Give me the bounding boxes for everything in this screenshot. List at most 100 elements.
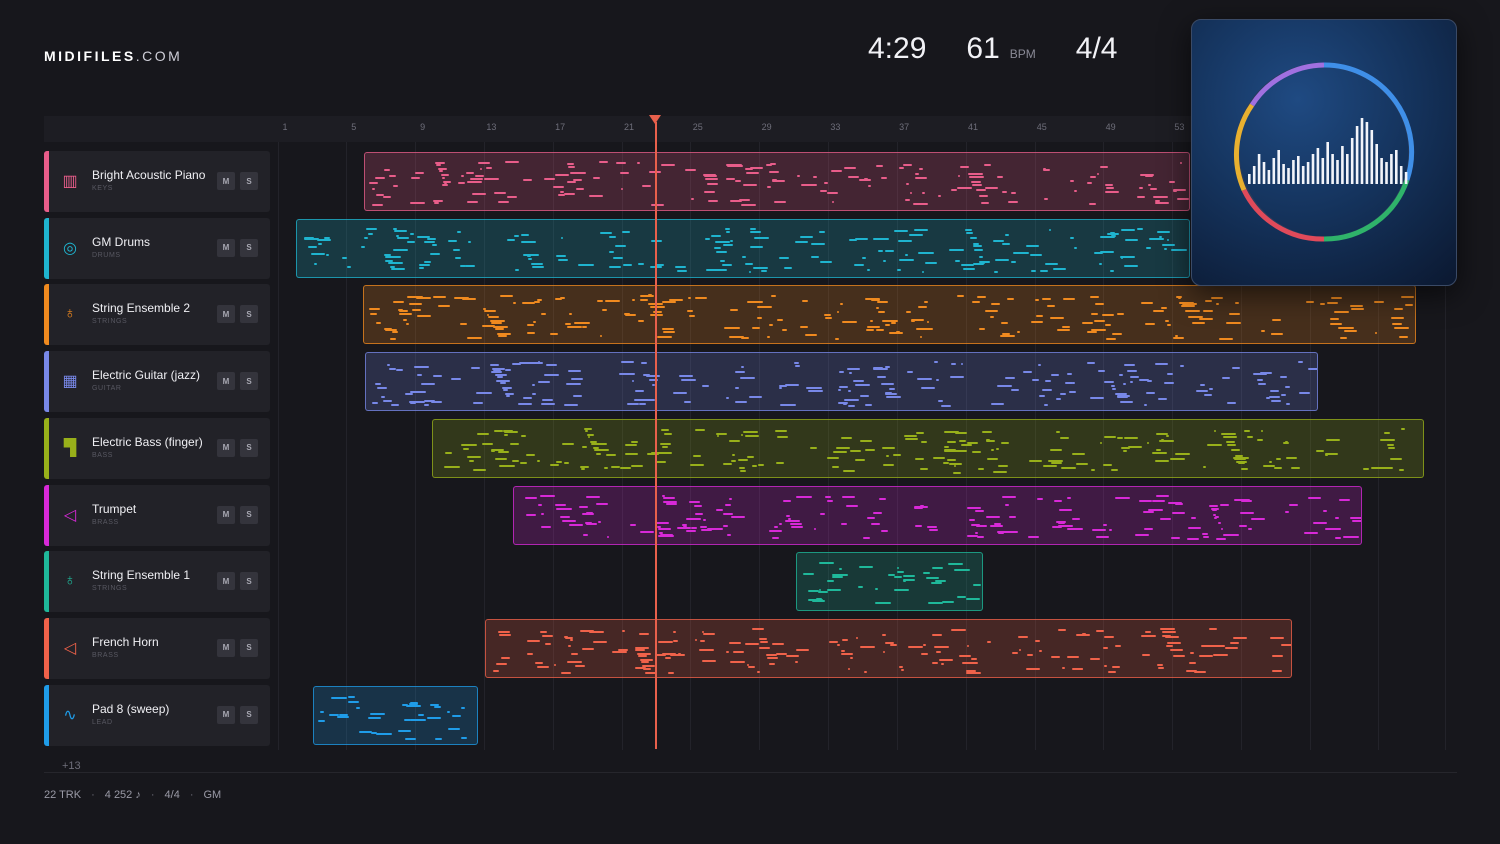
midi-note <box>1290 466 1301 469</box>
midi-note <box>561 520 576 523</box>
solo-button[interactable]: S <box>240 638 258 657</box>
midi-note <box>536 666 550 669</box>
ruler-tick: 21 <box>623 122 635 132</box>
midi-note <box>484 309 497 312</box>
mute-button[interactable]: M <box>217 172 235 190</box>
midi-note <box>1067 372 1072 375</box>
track-header[interactable]: ▥ Bright Acoustic Piano KEYS M S <box>44 151 270 212</box>
solo-button[interactable]: S <box>240 505 258 524</box>
midi-note <box>527 639 540 642</box>
midi-note <box>520 234 530 237</box>
track-header[interactable]: ◎ GM Drums DRUMS M S <box>44 217 270 279</box>
spectrum-bar <box>1350 138 1354 184</box>
track-name[interactable]: String Ensemble 2 <box>92 301 190 315</box>
midi-note <box>604 299 620 302</box>
midi-note <box>1325 453 1329 456</box>
track-name[interactable]: Bright Acoustic Piano <box>92 168 205 182</box>
more-tracks-label[interactable]: +13 <box>62 760 81 772</box>
midi-note <box>626 402 640 405</box>
midi-note <box>370 312 377 315</box>
mute-button[interactable]: M <box>217 505 235 524</box>
mute-button[interactable]: M <box>217 705 235 724</box>
midi-note <box>707 200 718 203</box>
track-header[interactable]: ◁ Trumpet BRASS M S <box>44 484 270 546</box>
waveform-icon: ∿ <box>63 706 77 724</box>
spectrum-bar <box>1336 160 1339 184</box>
solo-button[interactable]: S <box>240 572 258 591</box>
midi-note <box>1115 393 1128 396</box>
midi-note <box>905 182 909 185</box>
solo-button[interactable]: S <box>240 305 258 324</box>
midi-clip[interactable] <box>365 352 1318 412</box>
playhead[interactable] <box>655 122 657 749</box>
midi-note <box>1377 466 1394 469</box>
midi-note <box>916 377 932 380</box>
midi-note <box>611 466 621 469</box>
mute-button[interactable]: M <box>217 305 235 324</box>
midi-note <box>1285 403 1290 405</box>
midi-note <box>1203 535 1210 538</box>
spectrum-bar <box>1326 142 1329 184</box>
midi-note <box>494 429 504 432</box>
midi-clip[interactable] <box>296 218 1190 278</box>
midi-note <box>1039 649 1043 652</box>
midi-note <box>934 646 949 649</box>
midi-note <box>723 463 732 466</box>
track-name[interactable]: Pad 8 (sweep) <box>92 702 169 716</box>
mute-button[interactable]: M <box>217 438 235 457</box>
midi-note <box>975 189 986 192</box>
mute-button[interactable]: M <box>217 572 235 591</box>
track-header[interactable]: ◁ French Horn BRASS M S <box>44 617 270 679</box>
midi-clip[interactable] <box>313 685 478 745</box>
track-name[interactable]: GM Drums <box>92 235 150 249</box>
solo-button[interactable]: S <box>240 238 258 257</box>
midi-note <box>561 236 564 239</box>
track-header[interactable]: ▜ Electric Bass (finger) BASS M S <box>44 417 270 479</box>
track-name[interactable]: Trumpet <box>92 502 136 516</box>
midi-clip[interactable] <box>364 152 1190 211</box>
midi-note <box>751 326 760 329</box>
midi-note <box>566 325 582 328</box>
midi-note <box>404 738 417 741</box>
midi-note <box>700 525 708 528</box>
track-name[interactable]: Electric Bass (finger) <box>92 435 203 449</box>
track-name[interactable]: French Horn <box>92 635 159 649</box>
midi-clip[interactable] <box>432 418 1424 478</box>
midi-note <box>690 198 695 200</box>
track-header[interactable]: ♁ String Ensemble 2 STRINGS M S <box>44 284 270 346</box>
tempo-unit: BPM <box>1009 47 1036 61</box>
midi-note <box>1280 644 1291 647</box>
mute-button[interactable]: M <box>217 638 235 657</box>
midi-note <box>1002 191 1008 194</box>
midi-clip[interactable] <box>363 285 1416 345</box>
midi-note <box>923 643 927 646</box>
midi-note <box>668 299 684 302</box>
midi-note <box>1375 331 1378 334</box>
midi-note <box>368 717 382 720</box>
midi-note <box>840 523 847 526</box>
track-name[interactable]: String Ensemble 1 <box>92 568 190 582</box>
midi-note <box>978 255 984 258</box>
solo-button[interactable]: S <box>240 438 258 457</box>
solo-button[interactable]: S <box>240 372 258 391</box>
mute-button[interactable]: M <box>217 238 235 257</box>
track-name[interactable]: Electric Guitar (jazz) <box>92 368 200 382</box>
track-header[interactable]: ∿ Pad 8 (sweep) LEAD M S <box>44 684 270 746</box>
midi-note <box>1166 239 1170 242</box>
solo-button[interactable]: S <box>240 172 258 190</box>
midi-note <box>477 433 489 436</box>
track-header[interactable]: ▦ Electric Guitar (jazz) GUITAR M S <box>44 351 270 413</box>
mute-button[interactable]: M <box>217 372 235 391</box>
midi-note <box>525 514 536 517</box>
midi-note <box>840 649 845 652</box>
track-header[interactable]: ♁ String Ensemble 1 STRINGS M S <box>44 551 270 613</box>
midi-clip[interactable] <box>796 552 983 612</box>
midi-clip[interactable] <box>513 485 1362 545</box>
midi-note <box>1060 393 1066 396</box>
midi-note <box>532 392 536 395</box>
midi-note <box>715 509 724 512</box>
midi-clip[interactable] <box>485 618 1292 678</box>
midi-note <box>568 166 575 169</box>
midi-note <box>876 300 888 303</box>
solo-button[interactable]: S <box>240 705 258 724</box>
